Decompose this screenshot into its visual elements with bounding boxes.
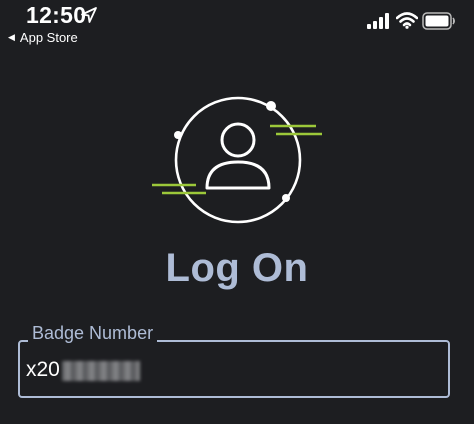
cellular-signal-icon bbox=[367, 13, 389, 29]
user-avatar-logo-icon bbox=[152, 96, 322, 224]
redacted-badge-digits bbox=[62, 361, 140, 381]
battery-icon bbox=[422, 12, 455, 30]
back-to-app-store-link[interactable]: ◀ App Store bbox=[8, 29, 78, 45]
back-triangle-icon: ◀ bbox=[8, 31, 15, 42]
page-title: Log On bbox=[165, 246, 309, 290]
back-label: App Store bbox=[19, 29, 78, 45]
location-arrow-icon bbox=[81, 7, 97, 23]
status-bar: 12:50 ◀ App Store bbox=[0, 0, 474, 52]
status-time: 12:50 bbox=[26, 2, 87, 28]
wifi-icon bbox=[396, 12, 418, 29]
badge-number-label: Badge Number bbox=[28, 323, 158, 344]
login-screen: 12:50 ◀ App Store Log On Badge Number x2… bbox=[0, 0, 474, 424]
badge-number-value[interactable]: x20 bbox=[26, 358, 60, 382]
